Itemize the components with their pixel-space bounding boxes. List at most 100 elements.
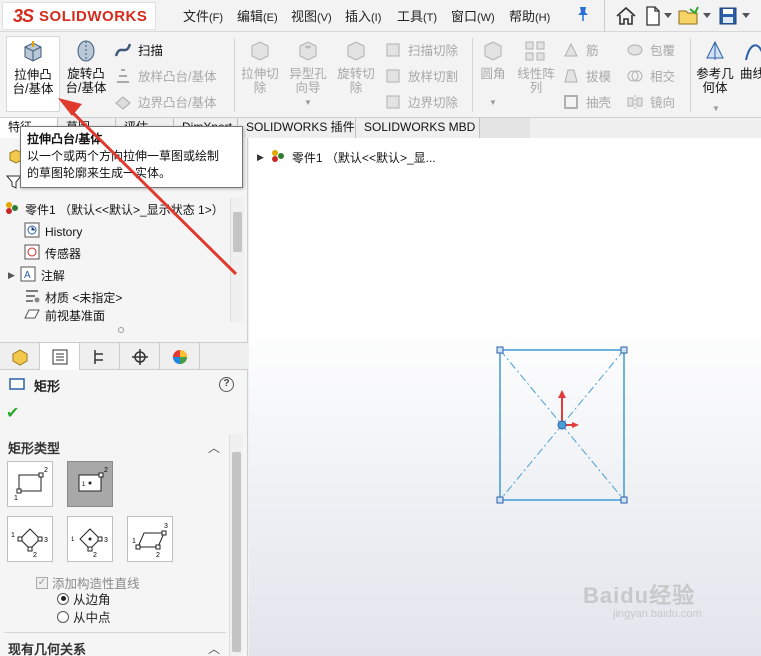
lofted-cut-button[interactable]: 放样切割 [384,66,458,85]
scrollbar-thumb[interactable] [232,452,241,652]
menu-tools[interactable]: 工具(T) [397,6,437,25]
corner-point[interactable] [496,496,504,504]
solidworks-logo[interactable]: 3S SOLIDWORKS [2,2,156,30]
splitter-handle[interactable] [118,327,124,333]
tab-dimxpert-manager[interactable] [120,343,160,370]
chevron-down-icon[interactable] [703,4,711,28]
svg-text:3: 3 [44,537,48,544]
from-corner-radio[interactable]: 从边角 [57,589,111,608]
swept-cut-icon [384,41,402,59]
chevron-right-icon[interactable]: ▶ [8,270,15,281]
linear-pattern-button[interactable]: 线性阵列 [514,36,558,95]
revolve-cut-button[interactable]: 旋转切除 [334,36,378,95]
chevron-up-icon[interactable]: ︿ [208,439,220,456]
open-folder-icon[interactable] [678,4,700,28]
corner-rectangle-button[interactable]: 12 [7,461,53,507]
tree-item-sensors[interactable]: 传感器 [24,244,81,263]
svg-text:A: A [24,270,31,281]
menu-edit[interactable]: 编辑(E) [237,6,278,25]
sweep-label: 扫描 [138,44,164,58]
tab-feature-manager[interactable] [0,343,40,370]
reference-geometry-button[interactable]: 参考几何体 [694,36,736,95]
extrude-cut-button[interactable]: 拉伸切除 [238,36,282,95]
corner-point[interactable] [496,346,504,354]
part-name-label: 零件1 （默认<<默认>_显示状态 1>） [25,203,224,217]
origin-y-arrowhead [558,390,566,398]
svg-text:2: 2 [93,552,97,559]
revolve-boss-button[interactable]: 旋转凸台/基体 [62,36,110,95]
save-icon[interactable] [718,4,738,28]
center-point[interactable] [557,420,567,430]
menu-insert[interactable]: 插入(I) [345,6,381,25]
chevron-up-icon[interactable]: ︿ [208,640,220,656]
rectangle-type-section-header: 矩形类型 [8,441,61,456]
tab-configuration-manager[interactable] [80,343,120,370]
chevron-down-icon[interactable]: ▼ [304,98,312,107]
tree-part-root[interactable]: 零件1 （默认<<默认>_显示状态 1>） [4,200,224,219]
tree-item-annotations[interactable]: ▶ A 注解 [8,266,65,285]
center-rectangle-button[interactable]: 12 [67,461,113,507]
tree-item-front-plane[interactable]: 前视基准面 [24,308,105,322]
loft-boss-button[interactable]: 放样凸台/基体 [114,66,216,85]
tree-scrollbar[interactable] [230,198,244,322]
checkbox-box[interactable]: ✓ [36,576,48,589]
loft-boss-label: 放样凸台/基体 [138,70,217,84]
hole-wizard-button[interactable]: 异型孔向导 [286,36,330,95]
graphics-area[interactable]: ▶ 零件1 （默认<<默认>_显... Baidu经验 jingyan.baid… [249,138,761,656]
menu-window[interactable]: 窗口(W) [451,6,495,25]
ok-checkmark-icon[interactable]: ✔ [6,403,19,423]
menu-help[interactable]: 帮助(H) [509,6,550,25]
rib-button[interactable]: 筋 [562,40,599,59]
flyout-feature-tree[interactable]: ▶ 零件1 （默认<<默认>_显... [257,148,436,167]
svg-text:2: 2 [44,467,48,474]
boundary-cut-button[interactable]: 边界切除 [384,92,458,111]
scrollbar-thumb[interactable] [233,212,242,252]
chevron-down-icon[interactable] [664,4,672,28]
sketch-rectangle[interactable] [489,338,629,513]
parallelogram-button[interactable]: 1 2 3 [127,516,173,562]
chevron-down-icon[interactable]: ▼ [712,104,720,113]
sweep-button[interactable]: 扫描 [114,40,163,59]
home-icon[interactable] [615,4,637,28]
mirror-button[interactable]: 镜向 [626,92,675,111]
tab-solidworks-mbd[interactable]: SOLIDWORKS MBD [356,118,480,138]
new-document-icon[interactable] [644,4,662,28]
shell-button[interactable]: 抽壳 [562,92,611,111]
extrude-boss-button[interactable]: 拉伸凸台/基体 [6,36,60,112]
mirror-label: 镜向 [650,96,676,110]
hole-wizard-icon [294,38,322,64]
three-point-corner-rectangle-button[interactable]: 1 3 2 [7,516,53,562]
corner-point[interactable] [620,346,628,354]
chevron-down-icon[interactable] [742,4,750,28]
hole-wizard-label: 异型孔向导 [289,67,327,95]
radio-button[interactable] [57,610,69,623]
extrude-cut-icon [246,38,274,64]
wrap-icon [626,41,644,59]
pin-icon[interactable] [576,6,590,22]
draft-button[interactable]: 拔模 [562,66,611,85]
tab-property-manager[interactable] [40,343,80,370]
wrap-button[interactable]: 包覆 [626,40,675,59]
tree-item-material[interactable]: 材质 <未指定> [24,288,122,307]
menu-file[interactable]: 文件(F) [183,6,223,25]
radio-button[interactable] [57,592,69,605]
menu-view[interactable]: 视图(V) [291,6,332,25]
tab-display-manager[interactable] [160,343,200,370]
three-point-center-rectangle-button[interactable]: 1 3 2 [67,516,113,562]
sweep-icon [114,41,132,59]
tab-solidworks-addins[interactable]: SOLIDWORKS 插件 [238,118,356,138]
fillet-button[interactable]: 圆角 [476,36,510,81]
corner-point[interactable] [620,496,628,504]
tree-item-history[interactable]: History [24,222,82,241]
tooltip-body: 的草图轮廓来生成一实体。 [27,166,172,180]
pm-scrollbar[interactable] [229,434,243,656]
intersect-button[interactable]: 相交 [626,66,675,85]
swept-cut-button[interactable]: 扫描切除 [384,40,458,59]
from-midpoint-radio[interactable]: 从中点 [57,607,111,626]
help-icon[interactable]: ? [219,377,234,392]
boundary-boss-button[interactable]: 边界凸台/基体 [114,92,216,111]
chevron-right-icon[interactable]: ▶ [257,152,264,163]
svg-text:3: 3 [164,523,168,530]
curves-button[interactable]: 曲线 [740,36,761,81]
chevron-down-icon[interactable]: ▼ [489,98,497,107]
